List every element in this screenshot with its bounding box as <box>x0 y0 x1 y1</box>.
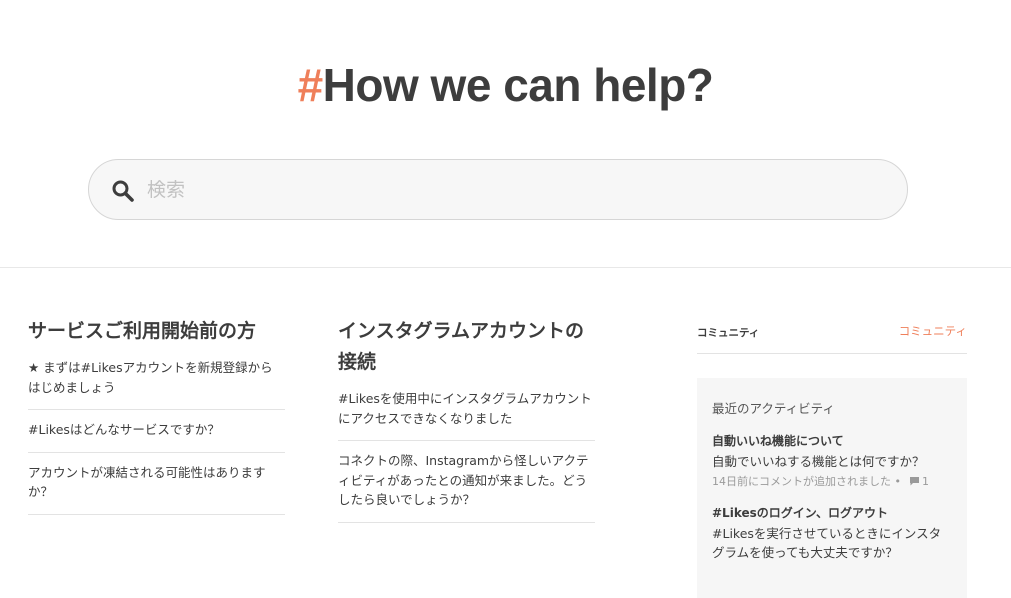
section-title[interactable]: インスタグラムアカウントの接続 <box>338 316 595 378</box>
section-title[interactable]: サービスご利用開始前の方 <box>28 316 285 347</box>
sidebar-header: コミュニティ コミュニティ <box>697 312 967 354</box>
activity-heading: 最近のアクティビティ <box>712 401 835 416</box>
sidebar-label: コミュニティ <box>697 327 760 339</box>
search-icon[interactable] <box>111 179 135 203</box>
activity-title[interactable]: #Likesのログイン、ログアウト <box>712 505 952 521</box>
activity-meta-text: 14日前にコメントが追加されました • <box>712 475 901 488</box>
article-item: コネクトの際、Instagramから怪しいアクティビティがあったとの通知が来まし… <box>338 441 595 523</box>
article-item: アカウントが凍結される可能性はありますか？ <box>28 453 285 515</box>
comment-icon <box>909 477 919 486</box>
activity-item: #Likesのログイン、ログアウト #Likesを実行させているときにインスタグ… <box>712 505 952 562</box>
hash-symbol: # <box>297 59 324 111</box>
search-box[interactable] <box>88 159 908 220</box>
article-link[interactable]: #Likesを使用中にインスタグラムアカウントにアクセスできなくなりました <box>338 389 595 428</box>
activity-title[interactable]: 自動いいね機能について <box>712 433 952 449</box>
article-link[interactable]: #Likesはどんなサービスですか？ <box>28 420 285 440</box>
article-item: ★ まずは#Likesアカウントを新規登録からはじめましょう <box>28 358 285 410</box>
section-instagram-connect: インスタグラムアカウントの接続 #Likesを使用中にインスタグラムアカウントに… <box>338 312 595 523</box>
hero: #How we can help? <box>0 0 1011 268</box>
page-title-text: How we can help? <box>322 59 714 111</box>
search-input[interactable] <box>147 172 887 208</box>
article-list: ★ まずは#Likesアカウントを新規登録からはじめましょう #Likesはどん… <box>28 358 285 515</box>
article-link[interactable]: コネクトの際、Instagramから怪しいアクティビティがあったとの通知が来まし… <box>338 451 595 510</box>
community-sidebar: コミュニティ コミュニティ 最近のアクティビティ 自動いいね機能について 自動で… <box>697 312 967 598</box>
activity-item: 自動いいね機能について 自動でいいねする機能とは何ですか？ 14日前にコメントが… <box>712 433 952 491</box>
activity-body[interactable]: #Likesを実行させているときにインスタグラムを使っても大丈夫ですか？ <box>712 524 952 562</box>
recent-activity: 最近のアクティビティ 自動いいね機能について 自動でいいねする機能とは何ですか？… <box>697 378 967 598</box>
section-before-start: サービスご利用開始前の方 ★ まずは#Likesアカウントを新規登録からはじめま… <box>28 312 285 515</box>
article-item: #Likesはどんなサービスですか？ <box>28 410 285 453</box>
activity-body[interactable]: 自動でいいねする機能とは何ですか？ <box>712 452 952 471</box>
article-list: #Likesを使用中にインスタグラムアカウントにアクセスできなくなりました コネ… <box>338 389 595 523</box>
page-title: #How we can help? <box>0 58 1011 112</box>
article-link[interactable]: アカウントが凍結される可能性はありますか？ <box>28 463 285 502</box>
community-link[interactable]: コミュニティ <box>899 323 967 339</box>
comment-count: 1 <box>921 475 929 488</box>
article-link[interactable]: ★ まずは#Likesアカウントを新規登録からはじめましょう <box>28 358 285 397</box>
activity-meta: 14日前にコメントが追加されました • 1 <box>712 473 952 491</box>
article-item: #Likesを使用中にインスタグラムアカウントにアクセスできなくなりました <box>338 389 595 441</box>
